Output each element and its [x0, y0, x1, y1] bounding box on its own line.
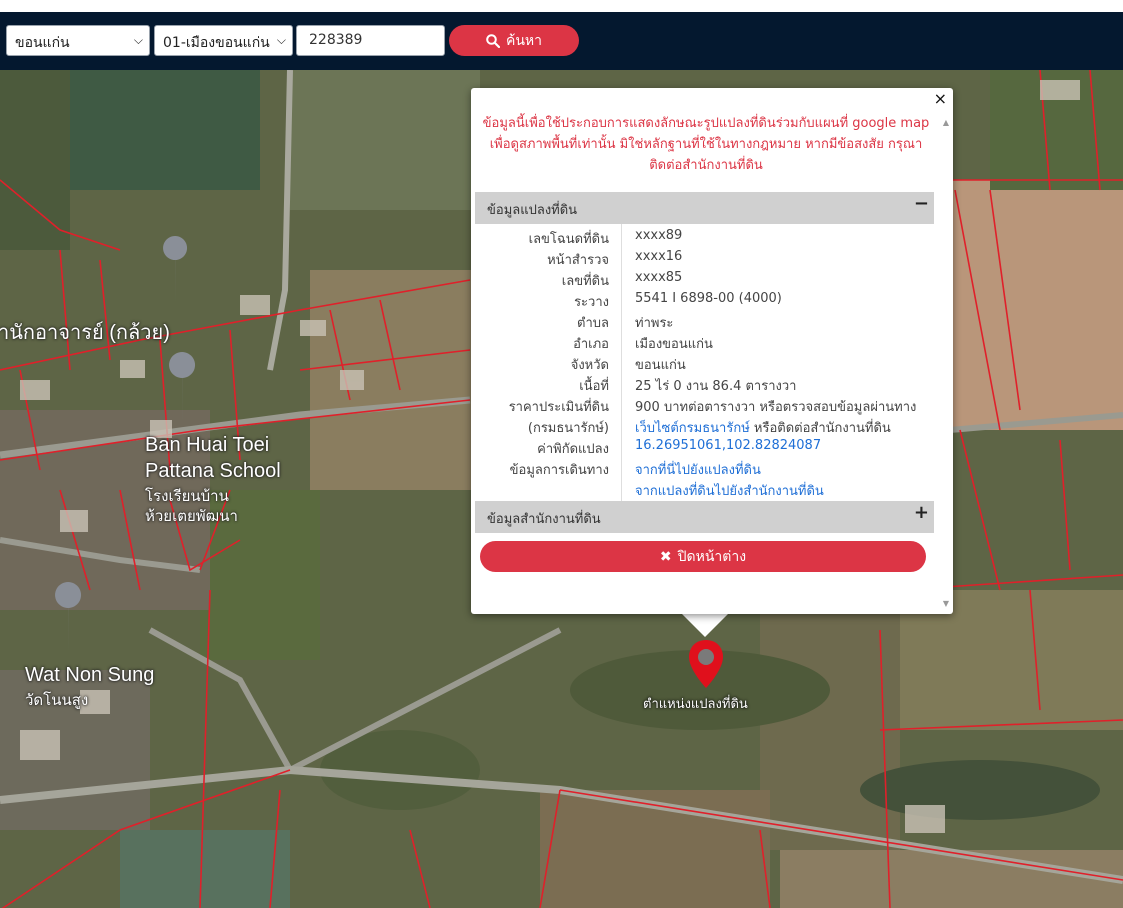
detail-value: xxxx85: [635, 270, 683, 285]
map-label-school-en-2: Pattana School: [145, 460, 281, 482]
detail-value: ท่าพระ: [635, 316, 674, 331]
detail-label: ระวาง: [574, 295, 609, 310]
detail-label: เนื้อที่: [579, 379, 609, 394]
scroll-down-icon[interactable]: ▼: [943, 599, 949, 608]
detail-row-deed-no: เลขโฉนดที่ดิน xxxx89: [475, 228, 934, 249]
parcel-info-section-header[interactable]: ข้อมูลแปลงที่ดิน −: [475, 192, 934, 224]
province-select-value: ขอนแก่น: [15, 35, 70, 51]
detail-label: หน้าสำรวจ: [547, 253, 609, 268]
popup-tail: [681, 613, 729, 637]
treasury-suffix: หรือติดต่อสำนักงานที่ดิน: [749, 421, 891, 436]
expand-icon[interactable]: +: [914, 502, 929, 523]
detail-label: อำเภอ: [573, 337, 609, 352]
chevron-down-icon: ⌵: [276, 33, 286, 47]
land-office-section-title: ข้อมูลสำนักงานที่ดิน: [487, 512, 601, 527]
detail-label: (กรมธนารักษ์): [527, 421, 609, 436]
search-icon: [486, 33, 500, 48]
detail-value: เว็บไซต์กรมธนารักษ์ หรือติดต่อสำนักงานที…: [635, 417, 891, 438]
detail-label: ค่าพิกัดแปลง: [537, 442, 609, 457]
close-window-button[interactable]: ✖ ปิดหน้าต่าง: [480, 541, 926, 572]
detail-row-province: จังหวัด ขอนแก่น: [475, 354, 934, 375]
detail-label: เลขที่ดิน: [561, 274, 609, 289]
map-label-temple: านักอาจารย์ (กล้วย): [0, 322, 170, 344]
detail-row-directions: ข้อมูลการเดินทาง จากที่นี่ไปยังแปลงที่ดิ…: [475, 459, 934, 480]
close-icon[interactable]: ×: [934, 89, 947, 108]
land-office-section-header[interactable]: ข้อมูลสำนักงานที่ดิน +: [475, 501, 934, 533]
detail-value: 900 บาทต่อตารางวา หรือตรวจสอบข้อมูลผ่านท…: [635, 400, 917, 415]
detail-row-land-no: เลขที่ดิน xxxx85: [475, 270, 934, 291]
detail-row-sheet: ระวาง 5541 I 6898-00 (4000): [475, 291, 934, 312]
coordinates-link[interactable]: 16.26951061,102.82824087: [635, 438, 821, 453]
parcel-details-table: เลขโฉนดที่ดิน xxxx89 หน้าสำรวจ xxxx16 เล…: [475, 224, 934, 501]
top-strip: [0, 0, 1123, 12]
disclaimer-line-2: เพื่อดูสภาพพื้นที่เท่านั้น มิใช่หลักฐานท…: [489, 137, 923, 152]
detail-value: เมืองขอนแก่น: [635, 337, 713, 352]
detail-row-coordinates: ค่าพิกัดแปลง 16.26951061,102.82824087: [475, 438, 934, 459]
detail-row-treasury: (กรมธนารักษ์) เว็บไซต์กรมธนารักษ์ หรือติ…: [475, 417, 934, 438]
detail-row-subdistrict: ตำบล ท่าพระ: [475, 312, 934, 333]
map-label-school-th-2: ห้วยเตยพัฒนา: [145, 508, 238, 525]
detail-value: xxxx16: [635, 249, 683, 264]
detail-label: ตำบล: [577, 316, 609, 331]
district-select[interactable]: 01-เมืองขอนแก่น ⌵: [154, 25, 293, 56]
search-button[interactable]: ค้นหา: [449, 25, 579, 56]
detail-value: xxxx89: [635, 228, 683, 243]
detail-row-area: เนื้อที่ 25 ไร่ 0 งาน 86.4 ตารางวา: [475, 375, 934, 396]
detail-row-appraisal: ราคาประเมินที่ดิน 900 บาทต่อตารางวา หรือ…: [475, 396, 934, 417]
detail-row-survey-page: หน้าสำรวจ xxxx16: [475, 249, 934, 270]
detail-value: ขอนแก่น: [635, 358, 686, 373]
close-icon: ✖: [659, 548, 672, 565]
directions-to-office-link[interactable]: จากแปลงที่ดินไปยังสำนักงานที่ดิน: [635, 480, 824, 501]
detail-label: ข้อมูลการเดินทาง: [509, 463, 609, 478]
detail-value: 25 ไร่ 0 งาน 86.4 ตารางวา: [635, 379, 797, 394]
parcel-info-popup: × ▲ ▼ ข้อมูลนี้เพื่อใช้ประกอบการแสดงลักษ…: [471, 88, 953, 614]
search-button-label: ค้นหา: [505, 32, 543, 49]
map-label-wat-en: Wat Non Sung: [25, 664, 155, 686]
detail-label: ราคาประเมินที่ดิน: [508, 400, 609, 415]
detail-label: เลขโฉนดที่ดิน: [528, 232, 609, 247]
directions-to-parcel-link[interactable]: จากที่นี่ไปยังแปลงที่ดิน: [635, 459, 761, 480]
disclaimer-line-1: ข้อมูลนี้เพื่อใช้ประกอบการแสดงลักษณะรูปแ…: [482, 116, 930, 131]
collapse-icon[interactable]: −: [914, 193, 929, 214]
detail-label: จังหวัด: [570, 358, 609, 373]
map-label-school-en-1: Ban Huai Toei: [145, 434, 270, 456]
scroll-up-icon[interactable]: ▲: [943, 118, 949, 127]
detail-row-directions-office: จากแปลงที่ดินไปยังสำนักงานที่ดิน: [475, 480, 934, 501]
parcel-location-label: ตำแหน่งแปลงที่ดิน: [643, 697, 748, 712]
parcel-info-section-title: ข้อมูลแปลงที่ดิน: [487, 203, 578, 218]
close-window-label: ปิดหน้าต่าง: [677, 548, 747, 565]
search-toolbar: ขอนแก่น ⌵ 01-เมืองขอนแก่น ⌵ 228389 ค้นหา: [0, 12, 1123, 70]
chevron-down-icon: ⌵: [133, 33, 143, 47]
detail-row-district: อำเภอ เมืองขอนแก่น: [475, 333, 934, 354]
map-label-wat-th: วัดโนนสูง: [25, 692, 89, 709]
detail-value: 5541 I 6898-00 (4000): [635, 291, 782, 306]
province-select[interactable]: ขอนแก่น ⌵: [6, 25, 150, 56]
disclaimer-text: ข้อมูลนี้เพื่อใช้ประกอบการแสดงลักษณะรูปแ…: [471, 113, 941, 176]
treasury-website-link[interactable]: เว็บไซต์กรมธนารักษ์: [635, 421, 750, 436]
district-select-value: 01-เมืองขอนแก่น: [163, 35, 270, 51]
parcel-location-pin-icon[interactable]: [687, 638, 725, 690]
parcel-number-input[interactable]: 228389: [296, 25, 445, 56]
disclaimer-line-3: ติดต่อสำนักงานที่ดิน: [649, 158, 763, 173]
